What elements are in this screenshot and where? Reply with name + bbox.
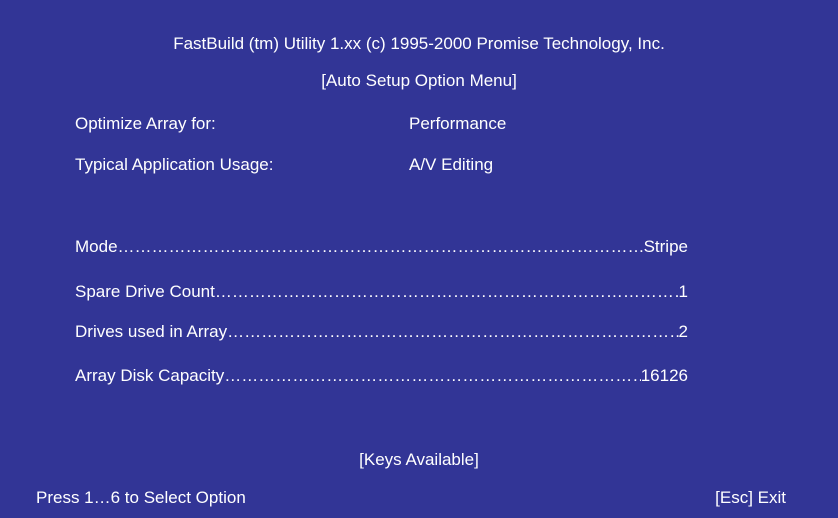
info-value: 16126 (640, 366, 688, 385)
keys-title: [Keys Available] (359, 450, 479, 469)
option-application-usage[interactable]: Typical Application Usage: A/V Editing (75, 155, 595, 175)
utility-title: FastBuild (tm) Utility 1.xx (c) 1995-200… (173, 34, 665, 53)
leader-dots (224, 366, 640, 386)
info-array-capacity: Array Disk Capacity 16126 (75, 366, 688, 386)
leader-dots (118, 237, 644, 257)
info-value: Stripe (643, 237, 688, 256)
info-value: 2 (678, 322, 688, 341)
bios-screen: FastBuild (tm) Utility 1.xx (c) 1995-200… (0, 0, 838, 518)
info-spare-drive-count: Spare Drive Count 1 (75, 282, 688, 302)
info-label: Array Disk Capacity (75, 366, 225, 385)
option-label: Optimize Array for: (75, 114, 216, 133)
option-optimize-array[interactable]: Optimize Array for: Performance (75, 114, 595, 134)
info-label: Mode (75, 237, 118, 256)
info-mode: Mode Stripe (75, 237, 688, 257)
info-value: 1 (678, 282, 688, 301)
key-hints: Press 1…6 to Select Option [Esc] Exit (36, 488, 786, 508)
leader-dots (227, 322, 678, 342)
option-value[interactable]: A/V Editing (409, 155, 493, 175)
option-value[interactable]: Performance (409, 114, 506, 134)
select-option-hint: Press 1…6 to Select Option (36, 488, 246, 507)
info-label: Drives used in Array (75, 322, 228, 341)
info-drives-used: Drives used in Array 2 (75, 322, 688, 342)
esc-exit-hint[interactable]: [Esc] Exit (715, 488, 786, 508)
leader-dots (215, 282, 679, 302)
menu-title: [Auto Setup Option Menu] (321, 71, 517, 90)
option-label: Typical Application Usage: (75, 155, 274, 174)
info-label: Spare Drive Count (75, 282, 215, 301)
